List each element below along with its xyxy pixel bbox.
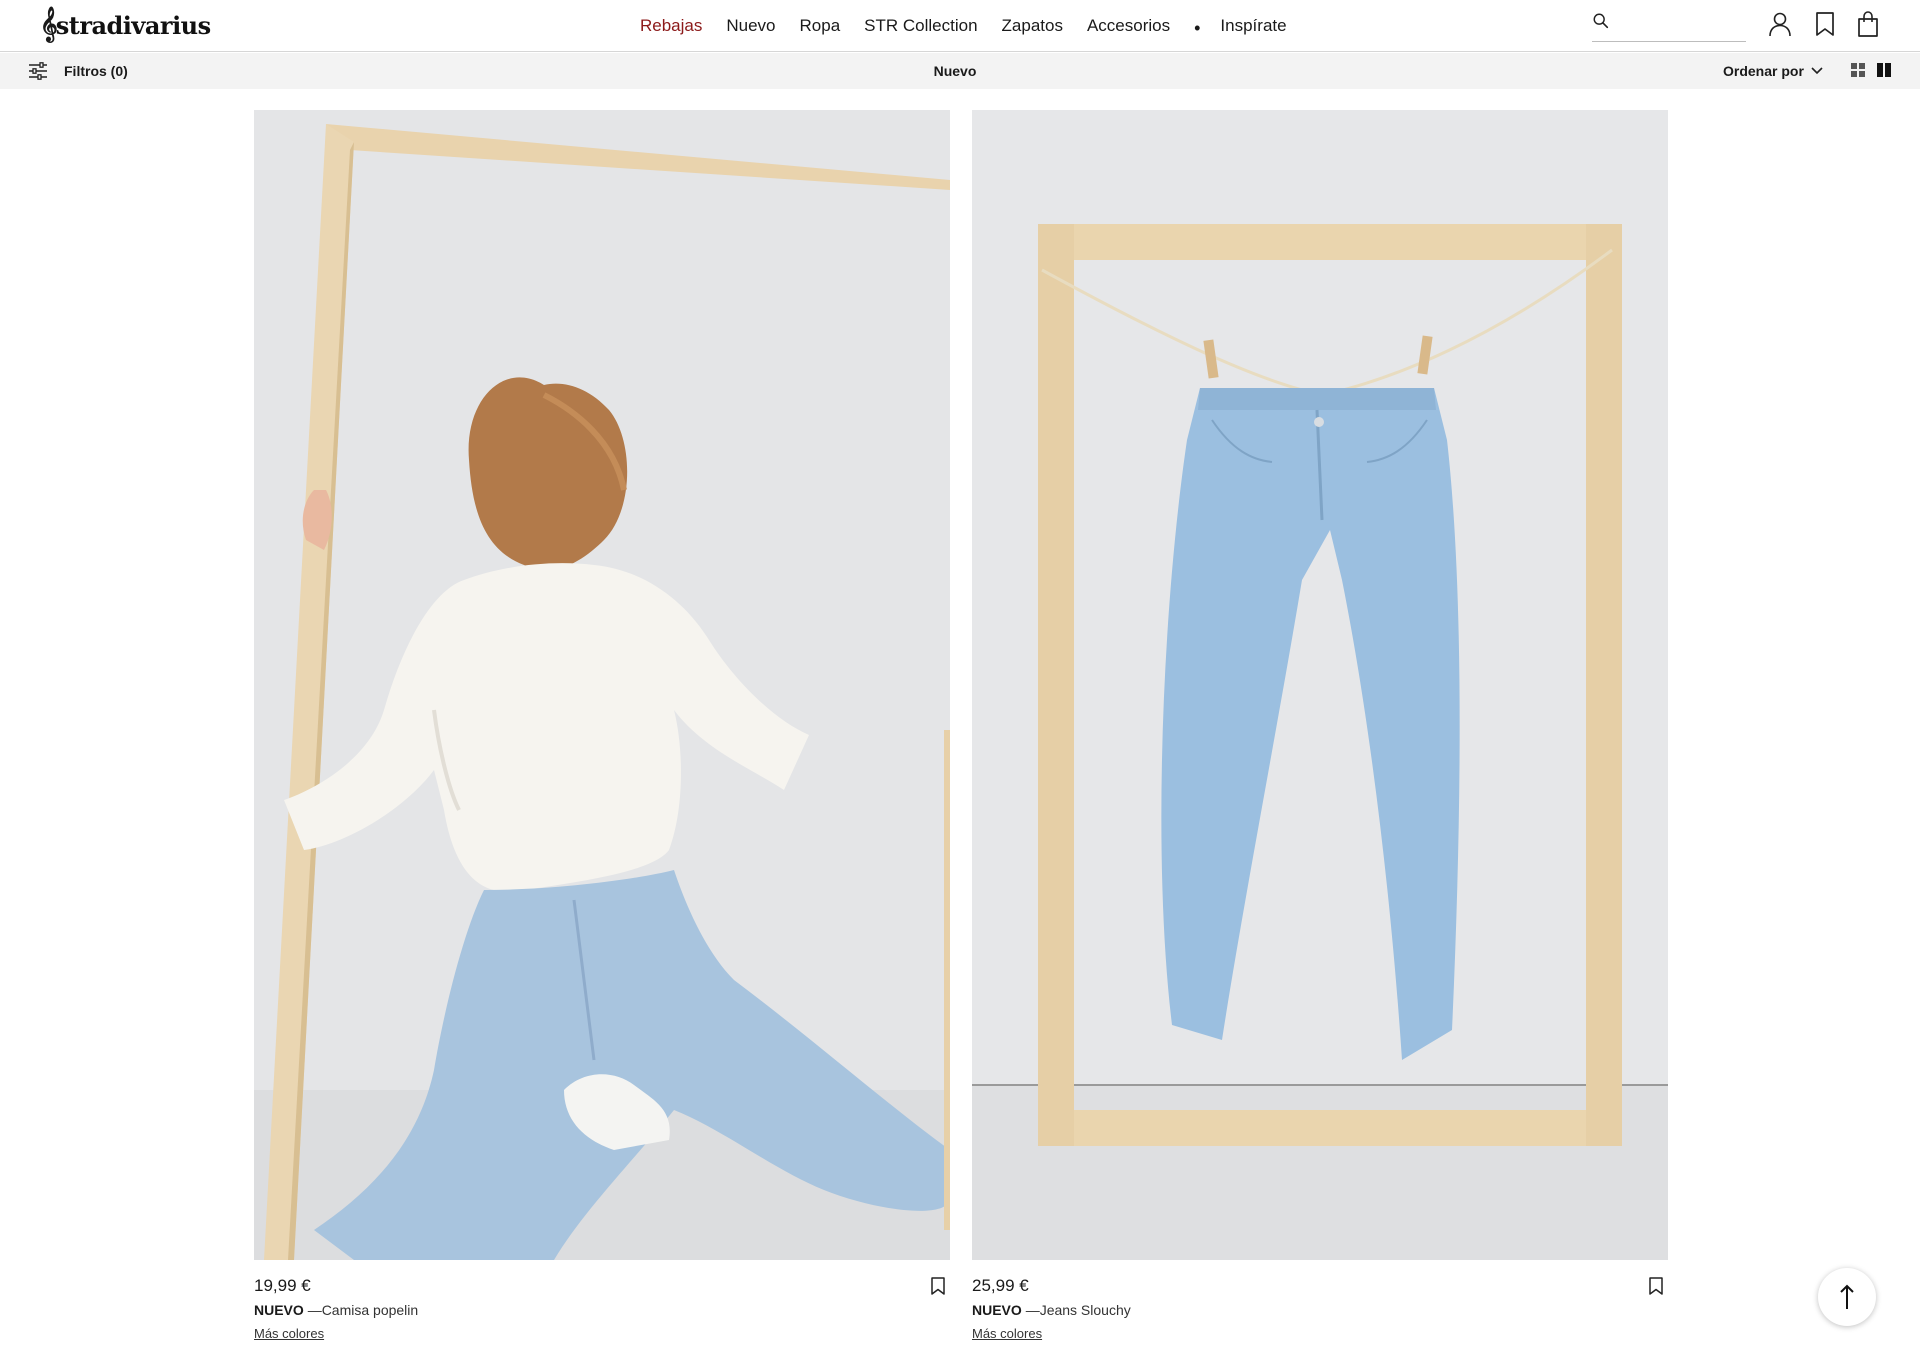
grid-view-icon[interactable] — [1850, 62, 1866, 78]
brand-logo[interactable]: 𝄞 stradivarius — [40, 6, 211, 44]
bookmark-icon[interactable] — [1648, 1276, 1664, 1296]
product-name[interactable]: NUEVO —Camisa popelin — [254, 1302, 418, 1318]
nav-separator-dot: • — [1194, 18, 1201, 38]
arrow-up-icon — [1840, 1284, 1854, 1309]
sort-dropdown[interactable]: Ordenar por — [1723, 53, 1824, 89]
main-nav: Rebajas Nuevo Ropa STR Collection Zapato… — [640, 0, 1311, 52]
shopping-bag-icon[interactable] — [1855, 10, 1881, 38]
nav-item-str-collection[interactable]: STR Collection — [864, 16, 977, 36]
two-column-view-icon[interactable] — [1876, 62, 1892, 78]
filter-sort-bar: Filtros (0) Nuevo Ordenar por — [0, 53, 1920, 89]
product-price: 25,99 € — [972, 1276, 1029, 1295]
new-badge: NUEVO — [254, 1302, 304, 1318]
product-card: 25,99 € NUEVO —Jeans Slouchy Más colores — [972, 110, 1668, 1341]
nav-item-zapatos[interactable]: Zapatos — [1002, 16, 1063, 36]
bookmark-icon[interactable] — [930, 1276, 946, 1296]
product-title: —Camisa popelin — [307, 1302, 419, 1318]
filters-label: Filtros (0) — [64, 63, 128, 79]
nav-item-rebajas[interactable]: Rebajas — [640, 16, 702, 36]
search-icon[interactable] — [1592, 12, 1610, 30]
more-colors-link[interactable]: Más colores — [972, 1326, 1042, 1341]
bookmark-icon[interactable] — [1812, 10, 1838, 38]
product-image-jeans[interactable] — [972, 110, 1668, 1260]
scroll-to-top-button[interactable] — [1818, 1268, 1876, 1326]
jeans-photo — [972, 110, 1668, 1260]
product-card: 19,99 € NUEVO —Camisa popelin Más colore… — [254, 110, 950, 1341]
product-title: —Jeans Slouchy — [1025, 1302, 1131, 1318]
site-header: 𝄞 stradivarius Rebajas Nuevo Ropa STR Co… — [0, 0, 1920, 52]
more-colors-link[interactable]: Más colores — [254, 1326, 324, 1341]
new-badge: NUEVO — [972, 1302, 1022, 1318]
product-price: 19,99 € — [254, 1276, 311, 1295]
product-image-camisa[interactable] — [254, 110, 950, 1260]
chevron-down-icon — [1811, 67, 1823, 75]
search-box — [1592, 10, 1746, 42]
sliders-icon — [29, 62, 47, 80]
sort-label: Ordenar por — [1723, 63, 1804, 79]
nav-item-inspirate[interactable]: Inspírate — [1220, 16, 1286, 36]
product-name[interactable]: NUEVO —Jeans Slouchy — [972, 1302, 1131, 1318]
logo-text: stradivarius — [55, 10, 211, 40]
nav-item-accesorios[interactable]: Accesorios — [1087, 16, 1170, 36]
nav-item-nuevo[interactable]: Nuevo — [726, 16, 775, 36]
search-input[interactable] — [1616, 10, 1744, 40]
model-photo — [254, 110, 950, 1260]
filters-button[interactable]: Filtros (0) — [28, 53, 128, 89]
nav-item-ropa[interactable]: Ropa — [800, 16, 841, 36]
page-title: Nuevo — [933, 63, 977, 79]
user-icon[interactable] — [1767, 10, 1793, 38]
